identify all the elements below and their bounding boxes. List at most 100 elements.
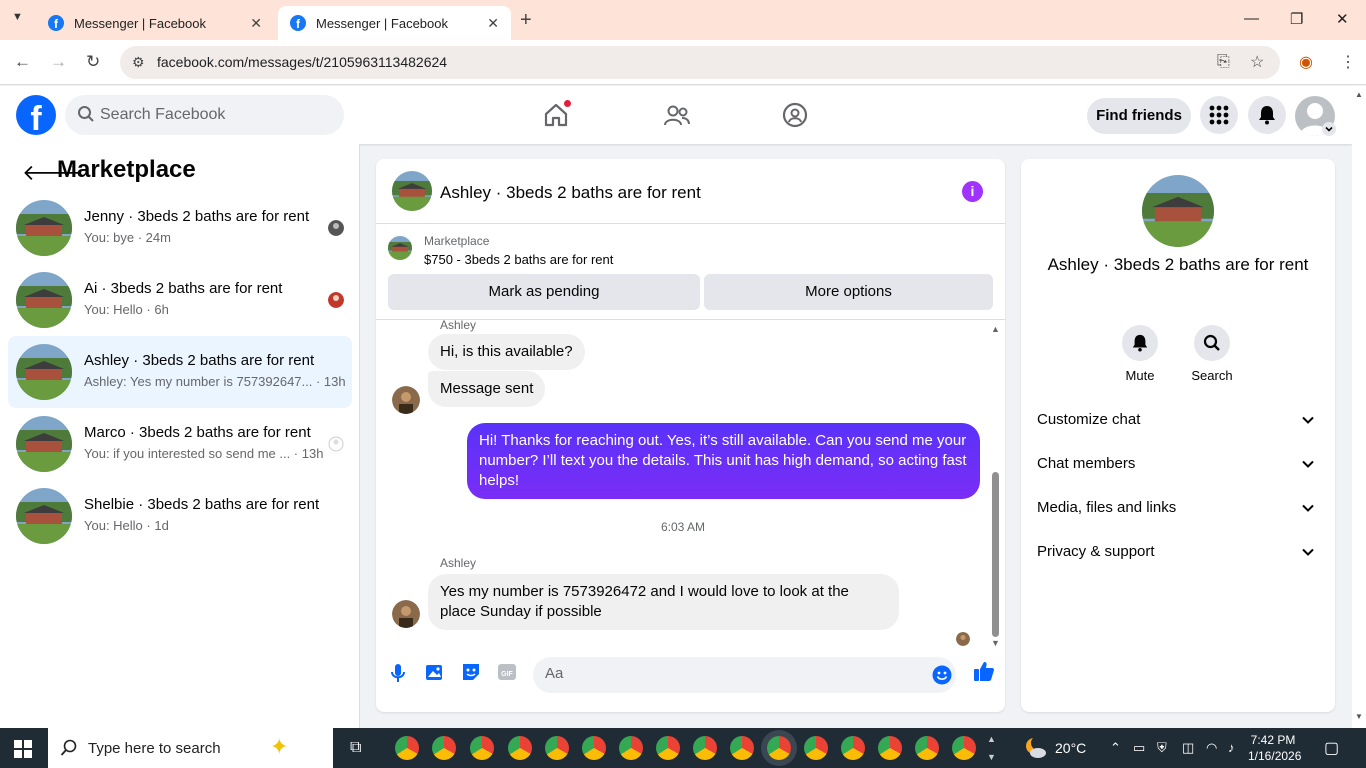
volume-icon[interactable]: ♪ [1228, 740, 1235, 755]
microphone-icon[interactable] [390, 662, 406, 684]
forward-arrow-icon[interactable]: → [50, 52, 67, 72]
url-text[interactable]: facebook.com/messages/t/2105963113482624 [157, 54, 447, 70]
media-files-links-section[interactable]: Media, files and links [1029, 487, 1327, 531]
bookmark-star-icon[interactable]: ☆ [1250, 52, 1264, 72]
chrome-taskbar-icon[interactable] [804, 736, 828, 760]
taskbar-overflow-chevrons-icon[interactable]: ▲ ▼ [987, 730, 996, 766]
friends-icon[interactable] [663, 103, 691, 129]
chrome-taskbar-icon[interactable] [952, 736, 976, 760]
close-tab-icon[interactable]: ✕ [250, 15, 262, 32]
webcam-icon[interactable]: ◫ [1182, 740, 1194, 756]
scroll-down-arrow-icon[interactable]: ▼ [991, 638, 1000, 648]
url-omnibox[interactable]: ⚙ facebook.com/messages/t/21059631134826… [120, 46, 1280, 79]
search-placeholder[interactable]: Search Facebook [100, 106, 225, 124]
chrome-taskbar-icon[interactable] [619, 736, 643, 760]
windows-start-icon[interactable] [14, 740, 32, 758]
message-bubble-incoming[interactable]: Yes my number is 7573926472 and I would … [428, 574, 899, 630]
reload-icon[interactable]: ↻ [86, 52, 100, 72]
scroll-down-arrow-icon[interactable]: ▼ [1355, 712, 1363, 721]
chrome-taskbar-icon[interactable] [730, 736, 754, 760]
profile-icon[interactable]: ◉ [1299, 52, 1313, 72]
wifi-icon[interactable]: ◠ [1206, 740, 1217, 756]
browser-tab-2[interactable]: f Messenger | Facebook ✕ [278, 6, 511, 40]
menu-grid-button[interactable] [1200, 96, 1238, 134]
security-icon[interactable]: ⛨ [1157, 740, 1167, 756]
chrome-taskbar-icon[interactable] [878, 736, 902, 760]
browser-tab-1[interactable]: f Messenger | Facebook ✕ [36, 6, 274, 40]
chrome-taskbar-icon[interactable] [841, 736, 865, 760]
message-thread: Ashley Hi, is this available? Message se… [376, 318, 1005, 650]
house-listing-thumbnail[interactable] [1142, 175, 1214, 247]
emoji-icon[interactable] [932, 665, 952, 685]
minimize-icon[interactable]: — [1244, 10, 1259, 27]
scroll-up-arrow-icon[interactable]: ▲ [1355, 90, 1363, 99]
facebook-search-box[interactable]: Search Facebook [65, 95, 344, 135]
message-bubble-outgoing[interactable]: Hi! Thanks for reaching out. Yes, it’s s… [467, 423, 980, 499]
ashley-avatar[interactable] [392, 386, 420, 414]
conversation-item-marco[interactable]: Marco · 3beds 2 baths are for rent You: … [8, 408, 352, 480]
show-hidden-icons-chevron-icon[interactable]: ⌃ [1110, 740, 1121, 756]
message-scrollbar[interactable]: ▲ ▼ [989, 324, 1001, 650]
weather-temperature[interactable]: 20°C [1055, 740, 1086, 756]
back-arrow-icon[interactable]: ← [14, 52, 31, 72]
install-app-icon[interactable]: ⎘ [1217, 53, 1230, 71]
weather-moon-cloud-icon[interactable] [1024, 737, 1048, 759]
message-bubble-incoming[interactable]: Hi, is this available? [428, 334, 585, 370]
groups-icon[interactable] [782, 102, 808, 128]
browser-address-bar: ← → ↻ ⚙ facebook.com/messages/t/21059631… [0, 40, 1366, 85]
task-view-icon[interactable]: ⧉ [350, 739, 361, 757]
conversation-item-ashley[interactable]: Ashley · 3beds 2 baths are for rent Ashl… [8, 336, 352, 408]
search-in-conversation-button[interactable]: Search [1182, 325, 1242, 383]
more-options-button[interactable]: More options [704, 274, 993, 310]
chrome-taskbar-icon[interactable] [582, 736, 606, 760]
scroll-up-arrow-icon[interactable]: ▲ [991, 324, 1000, 334]
conversation-item-jenny[interactable]: Jenny · 3beds 2 baths are for rent You: … [8, 192, 352, 264]
tab-search-chevron-icon[interactable]: ▼ [12, 11, 23, 23]
sticker-icon[interactable] [461, 662, 481, 682]
photo-icon[interactable] [425, 662, 445, 682]
chrome-taskbar-icon[interactable] [656, 736, 680, 760]
gif-icon[interactable]: GIF [497, 662, 517, 682]
scrollbar-thumb[interactable] [992, 472, 999, 637]
new-tab-plus-icon[interactable]: + [520, 9, 532, 32]
like-thumbs-up-icon[interactable] [973, 660, 995, 682]
chrome-taskbar-icon[interactable] [508, 736, 532, 760]
restore-icon[interactable]: ❐ [1290, 10, 1303, 28]
find-friends-button[interactable]: Find friends [1087, 98, 1191, 134]
chat-title[interactable]: Ashley · 3beds 2 baths are for rent [440, 183, 701, 203]
chat-members-section[interactable]: Chat members [1029, 443, 1327, 487]
taskbar-clock[interactable]: 7:42 PM 1/16/2026 [1248, 732, 1301, 764]
taskbar-search-box[interactable]: Type here to search ✦ [48, 728, 333, 768]
taskbar-search-placeholder[interactable]: Type here to search [88, 740, 221, 757]
message-bubble-incoming[interactable]: Message sent [428, 371, 546, 407]
conversation-item-shelbie[interactable]: Shelbie · 3beds 2 baths are for rent You… [8, 480, 352, 552]
notifications-button[interactable] [1248, 96, 1286, 134]
message-input-box[interactable] [533, 657, 956, 693]
customize-chat-section[interactable]: Customize chat [1029, 399, 1327, 443]
listing-price-title[interactable]: $750 - 3beds 2 baths are for rent [424, 252, 613, 267]
chrome-taskbar-icon-active[interactable] [767, 736, 791, 760]
conversation-item-ai[interactable]: Ai · 3beds 2 baths are for rent You: Hel… [8, 264, 352, 336]
account-chevron-icon[interactable] [1322, 122, 1336, 136]
notifications-center-icon[interactable]: ▢ [1324, 738, 1339, 758]
mark-as-pending-button[interactable]: Mark as pending [388, 274, 700, 310]
chrome-taskbar-icon[interactable] [395, 736, 419, 760]
facebook-logo-icon[interactable]: f [16, 95, 56, 135]
house-listing-thumbnail[interactable] [392, 171, 432, 211]
mute-button[interactable]: Mute [1110, 325, 1170, 383]
page-scrollbar[interactable]: ▲ ▼ [1352, 86, 1366, 728]
chrome-taskbar-icon[interactable] [432, 736, 456, 760]
ashley-avatar[interactable] [392, 600, 420, 628]
message-input[interactable] [545, 665, 915, 682]
privacy-support-section[interactable]: Privacy & support [1029, 531, 1327, 575]
chrome-taskbar-icon[interactable] [470, 736, 494, 760]
site-info-icon[interactable]: ⚙ [132, 54, 145, 71]
info-icon[interactable]: i [962, 181, 983, 202]
chrome-taskbar-icon[interactable] [545, 736, 569, 760]
close-tab-icon[interactable]: ✕ [487, 15, 499, 32]
chrome-taskbar-icon[interactable] [915, 736, 939, 760]
browser-menu-icon[interactable]: ⋮ [1340, 52, 1356, 72]
chrome-taskbar-icon[interactable] [693, 736, 717, 760]
battery-icon[interactable]: ▭ [1133, 740, 1145, 756]
close-window-icon[interactable]: ✕ [1336, 10, 1349, 28]
